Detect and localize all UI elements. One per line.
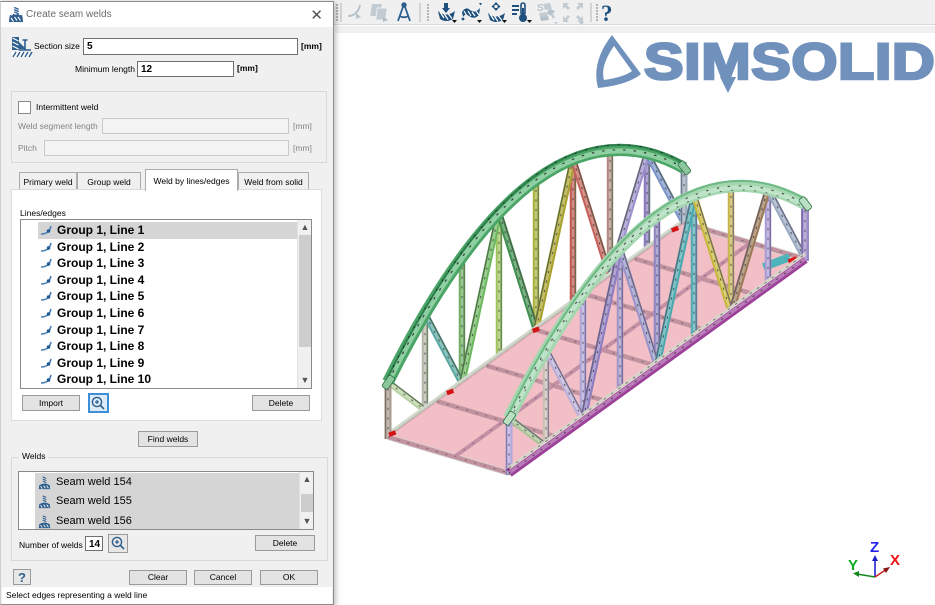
svg-text:Y: Y bbox=[848, 557, 858, 574]
svg-text:Z: Z bbox=[870, 539, 879, 556]
svg-text:?: ? bbox=[601, 1, 613, 25]
svg-text:X: X bbox=[890, 552, 900, 569]
svg-text:S: S bbox=[537, 3, 544, 14]
